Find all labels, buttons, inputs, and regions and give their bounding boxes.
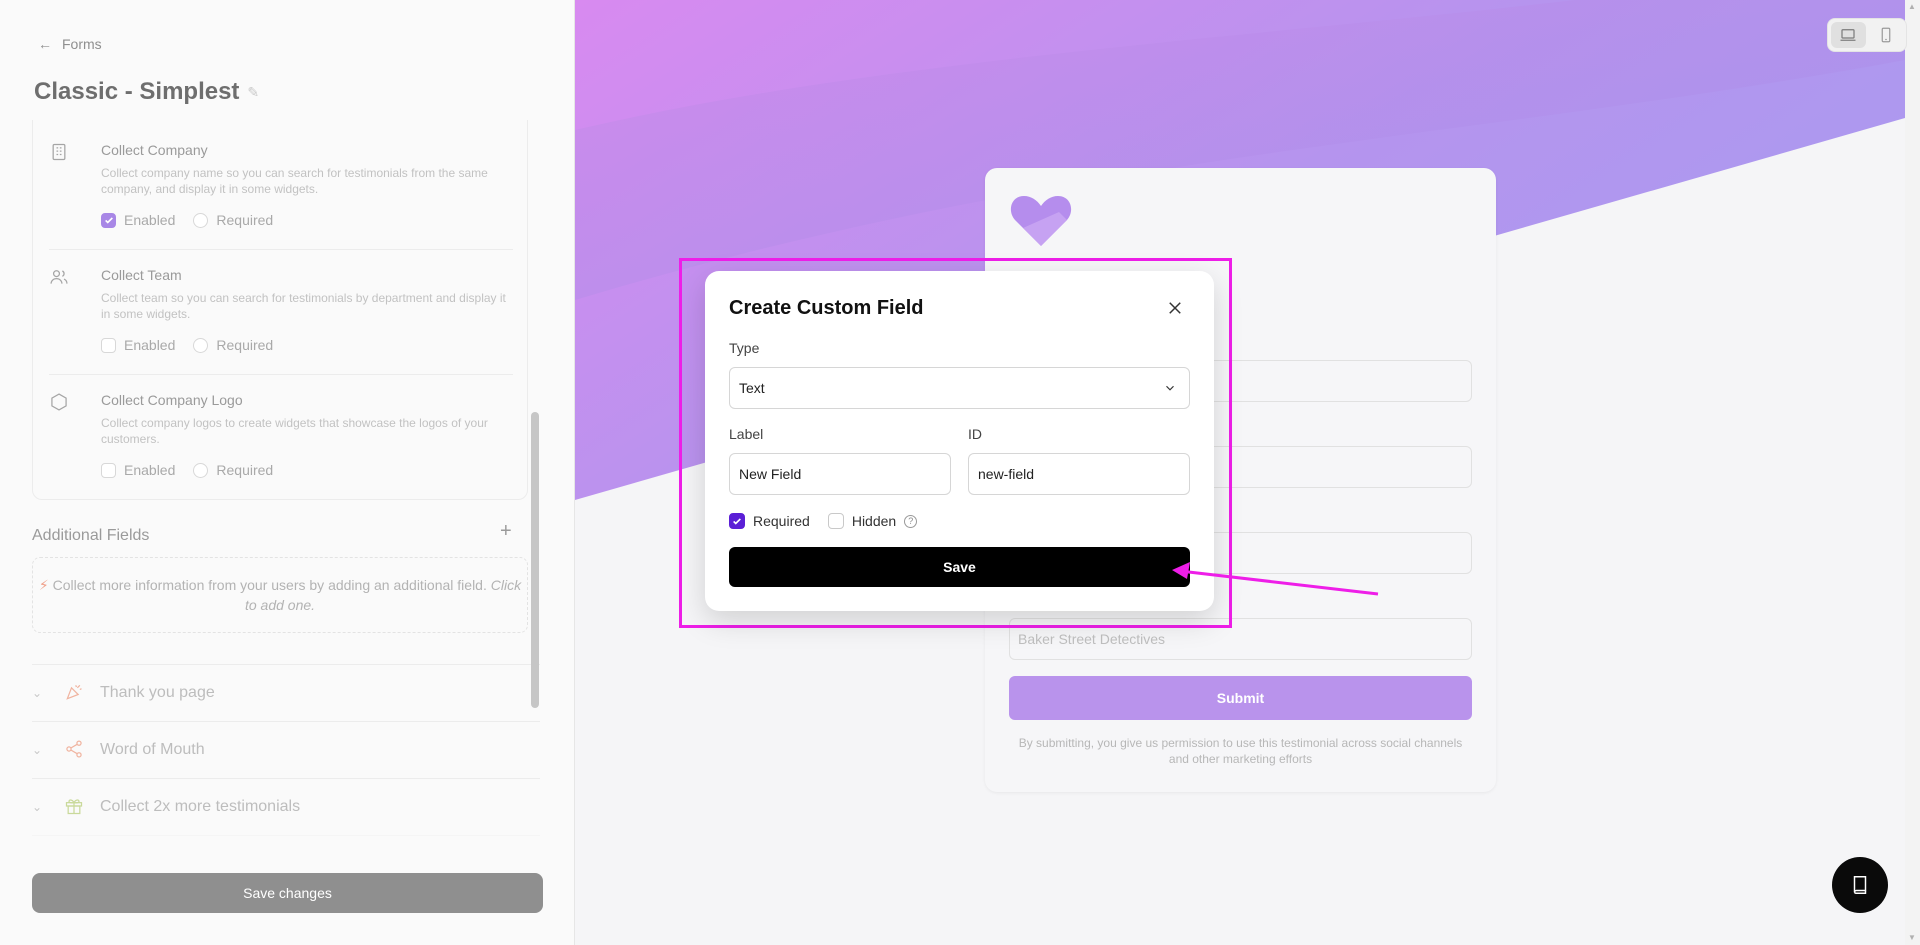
arrow-left-icon: ← [38, 36, 52, 52]
label-field-label: Label [729, 426, 764, 442]
field-name: Collect Team [101, 267, 182, 283]
chevron-down-icon [1166, 385, 1174, 391]
divider [49, 374, 513, 375]
add-additional-field-dropzone[interactable]: ⚡ Collect more information from your use… [32, 557, 528, 633]
gift-icon [64, 796, 86, 818]
help-docs-button[interactable] [1832, 857, 1888, 913]
required-radio[interactable]: Required [193, 212, 273, 228]
page-title-text: Classic - Simplest [34, 78, 240, 105]
desktop-view-button[interactable] [1831, 22, 1866, 48]
radio-icon [193, 337, 209, 353]
additional-fields-empty-text: Collect more information from your users… [52, 577, 487, 593]
lightning-icon: ⚡ [38, 577, 49, 593]
accordion-collect-more-testimonials[interactable]: ⌄ Collect 2x more testimonials [32, 778, 540, 834]
device-toggle [1827, 18, 1907, 52]
dialog-title: Create Custom Field [729, 297, 924, 319]
save-button[interactable]: Save [729, 547, 1190, 587]
accordion-thank-you-page[interactable]: ⌄ Thank you page [32, 664, 540, 720]
chevron-down-icon: ⌄ [32, 799, 43, 814]
page-title: Classic - Simplest ✎ [34, 78, 259, 106]
add-field-plus-icon[interactable]: + [500, 520, 512, 543]
required-radio[interactable]: Required [193, 462, 273, 478]
type-label: Type [729, 340, 760, 356]
scroll-up-arrow[interactable]: ▲ [1908, 2, 1916, 11]
enabled-label: Enabled [124, 462, 176, 478]
enabled-label: Enabled [124, 337, 176, 353]
enabled-checkbox[interactable]: Enabled [101, 212, 175, 228]
mobile-view-button[interactable] [1869, 22, 1904, 48]
checkbox-icon [101, 462, 116, 478]
close-icon[interactable] [1164, 297, 1186, 319]
submit-disclaimer: By submitting, you give us permission to… [1018, 736, 1463, 766]
book-icon [1853, 876, 1867, 894]
accordion-label: Thank you page [100, 683, 215, 701]
field-description: Collect company name so you can search f… [101, 166, 488, 196]
annotation-arrow [1172, 562, 1379, 596]
id-field-label: ID [968, 426, 982, 442]
heart-logo-icon [1010, 196, 1072, 246]
radio-icon [193, 462, 209, 478]
field-description: Collect team so you can search for testi… [101, 291, 506, 321]
label-input[interactable] [729, 453, 951, 495]
type-select[interactable]: Text [729, 367, 1190, 409]
accordion-label: Word of Mouth [100, 740, 205, 758]
hidden-checkbox-label: Hidden [851, 513, 897, 529]
checkbox-icon [101, 337, 116, 353]
share-icon [64, 739, 86, 761]
back-to-forms-link[interactable]: ← Forms [38, 36, 102, 52]
users-icon [49, 267, 71, 289]
chevron-down-icon: ⌄ [32, 742, 43, 757]
check-icon [729, 513, 745, 529]
help-circle-icon[interactable]: ? [904, 514, 918, 528]
divider [49, 249, 513, 250]
hexagon-icon [49, 392, 71, 414]
collect-fields-card: Collect Company Collect company name so … [32, 120, 528, 500]
required-checkbox-label: Required [753, 513, 810, 529]
radio-icon [193, 212, 209, 228]
check-icon [101, 212, 116, 228]
party-popper-icon [64, 682, 86, 704]
required-label: Required [216, 212, 274, 228]
enabled-checkbox[interactable]: Enabled [101, 462, 175, 478]
hidden-checkbox[interactable]: Hidden ? [827, 513, 918, 529]
field-name: Collect Company [101, 142, 208, 158]
create-custom-field-dialog: Create Custom Field Type Text Label ID R… [705, 271, 1214, 611]
back-link-label: Forms [62, 36, 102, 52]
accordion-word-of-mouth[interactable]: ⌄ Word of Mouth [32, 721, 540, 777]
laptop-icon [1840, 29, 1856, 41]
checkbox-icon [827, 513, 844, 529]
pencil-icon[interactable]: ✎ [247, 84, 259, 101]
required-label: Required [216, 462, 274, 478]
field-description: Collect company logos to create widgets … [101, 416, 488, 446]
enabled-label: Enabled [124, 212, 176, 228]
submit-button[interactable]: Submit [1009, 676, 1472, 720]
field-name: Collect Company Logo [101, 392, 243, 408]
scroll-down-arrow[interactable]: ▼ [1908, 933, 1916, 942]
required-label: Required [216, 337, 274, 353]
sidebar-scrollbar[interactable] [531, 412, 539, 708]
additional-fields-title: Additional Fields [32, 527, 150, 544]
required-checkbox[interactable]: Required [729, 513, 810, 529]
type-select-value: Text [739, 380, 765, 396]
accordion-next-faded [32, 835, 540, 865]
id-input[interactable] [968, 453, 1190, 495]
editor-sidebar: ← Forms Classic - Simplest ✎ Collect Com… [0, 0, 575, 945]
save-changes-button[interactable]: Save changes [32, 873, 543, 913]
chevron-down-icon: ⌄ [32, 685, 43, 700]
required-radio[interactable]: Required [193, 337, 273, 353]
building-icon [49, 142, 71, 164]
accordion-label: Collect 2x more testimonials [100, 797, 301, 815]
enabled-checkbox[interactable]: Enabled [101, 337, 175, 353]
phone-icon [1881, 27, 1891, 43]
